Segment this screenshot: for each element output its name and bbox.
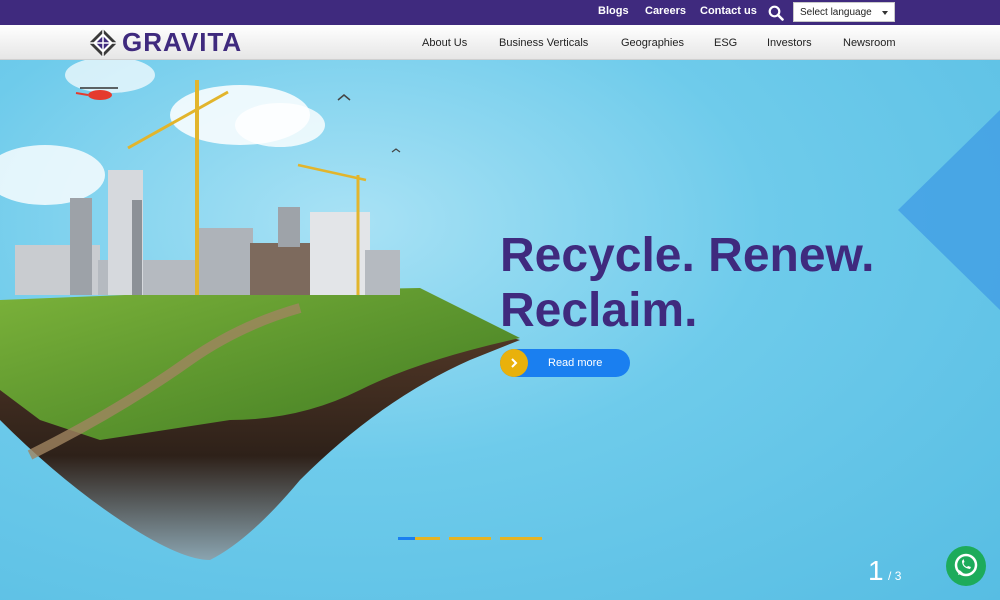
chevron-right-icon <box>500 349 528 377</box>
nav-business-verticals[interactable]: Business Verticals <box>499 37 588 49</box>
blogs-link[interactable]: Blogs <box>598 5 629 17</box>
slide-total: / 3 <box>888 569 902 583</box>
nav-investors[interactable]: Investors <box>767 37 812 49</box>
slider-dot-3[interactable] <box>500 537 542 540</box>
hero-headline-line-1: Recycle. Renew. <box>500 229 875 282</box>
brand-name: GRAVITA <box>122 27 243 57</box>
chevron-down-icon <box>882 11 888 15</box>
hero-headline: Recycle. Renew. Reclaim. <box>500 228 960 338</box>
hero-banner: Recycle. Renew. Reclaim. Read more 1 / 3 <box>0 60 1000 600</box>
nav-newsroom[interactable]: Newsroom <box>843 37 896 49</box>
nav-about-us[interactable]: About Us <box>422 37 467 49</box>
slider-dot-1[interactable] <box>398 537 440 540</box>
nav-esg[interactable]: ESG <box>714 37 737 49</box>
slide-current: 1 <box>868 555 884 586</box>
language-select[interactable]: Select language <box>793 2 895 22</box>
contact-us-link[interactable]: Contact us <box>700 5 757 17</box>
search-icon[interactable] <box>768 5 784 21</box>
language-select-label: Select language <box>800 7 872 18</box>
slide-counter: 1 / 3 <box>868 555 901 587</box>
whatsapp-button[interactable] <box>946 546 986 586</box>
whatsapp-icon <box>954 553 978 577</box>
read-more-label: Read more <box>548 357 603 369</box>
careers-link[interactable]: Careers <box>645 5 686 17</box>
slider-dot-2[interactable] <box>449 537 491 540</box>
read-more-button[interactable]: Read more <box>500 349 630 377</box>
gravita-logo-icon <box>89 29 117 57</box>
nav-geographies[interactable]: Geographies <box>621 37 684 49</box>
hero-headline-line-2: Reclaim. <box>500 284 698 337</box>
